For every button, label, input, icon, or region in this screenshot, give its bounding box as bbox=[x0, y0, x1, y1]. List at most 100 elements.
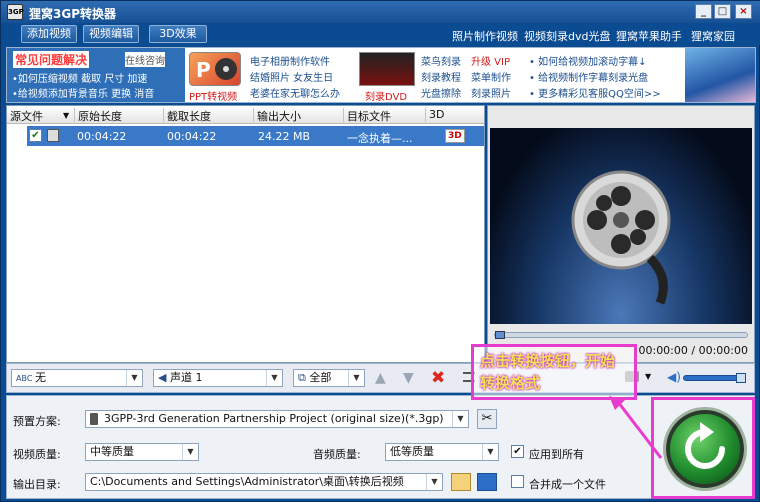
audio-quality-value: 低等质量 bbox=[390, 445, 434, 458]
sort-arrow-icon[interactable]: ▼ bbox=[63, 111, 69, 120]
minimize-button[interactable]: _ bbox=[695, 4, 712, 19]
apply-all-checkbox[interactable]: ✔ bbox=[511, 445, 524, 458]
ad-link-subtitle-scroll[interactable]: • 如何给视频加滚动字幕↓ bbox=[529, 53, 646, 68]
close-button[interactable]: × bbox=[735, 4, 752, 19]
seek-handle[interactable] bbox=[495, 331, 505, 339]
annotation-text: 点击转换按钮，开始转换格式 bbox=[480, 352, 616, 392]
faq-title[interactable]: 常见问题解决 bbox=[13, 51, 90, 68]
browse-folder-icon[interactable] bbox=[451, 473, 471, 491]
audio-quality-label: 音频质量: bbox=[313, 448, 361, 461]
add-video-button[interactable]: 添加视频 bbox=[21, 25, 77, 43]
ad-link-burn[interactable]: 菜鸟刻录 bbox=[421, 53, 461, 68]
crop-mode-value: 全部 bbox=[309, 371, 332, 384]
faq-online-link[interactable]: 在线咨询 bbox=[125, 52, 165, 67]
convert-highlight bbox=[651, 397, 755, 499]
subtitle-icon: ABC bbox=[16, 374, 35, 383]
row-checkbox[interactable]: ✔ bbox=[29, 129, 42, 142]
ad-link-burn-photo[interactable]: 刻录照片 bbox=[471, 85, 511, 100]
move-down-icon[interactable]: ▼ bbox=[403, 370, 414, 386]
link-home[interactable]: 狸窝家园 bbox=[691, 28, 735, 44]
audio-track-dropdown[interactable]: ◀ 声道 1 ▼ bbox=[153, 369, 283, 387]
link-photo-video[interactable]: 照片制作视频 bbox=[452, 28, 518, 44]
ad-link-burn-tutorial[interactable]: 刻录教程 bbox=[421, 69, 461, 84]
subtitle-dropdown[interactable]: ABC 无 ▼ bbox=[11, 369, 143, 387]
move-up-icon[interactable]: ▲ bbox=[375, 370, 386, 386]
output-dir-value: C:\Documents and Settings\Administrator\… bbox=[90, 475, 404, 488]
output-dir-dropdown[interactable]: C:\Documents and Settings\Administrator\… bbox=[85, 473, 443, 491]
seek-bar[interactable] bbox=[494, 331, 748, 339]
window-title: 狸窝3GP转换器 bbox=[29, 7, 116, 21]
3d-badge-icon[interactable]: 3D bbox=[445, 129, 465, 143]
chevron-down-icon: ▼ bbox=[348, 370, 364, 386]
video-preview[interactable] bbox=[490, 128, 752, 324]
phone-icon bbox=[90, 413, 98, 425]
chevron-down-icon: ▼ bbox=[126, 370, 142, 386]
preset-dropdown[interactable]: 3GPP-3rd Generation Partnership Project … bbox=[85, 410, 469, 428]
faq-link-compress[interactable]: •如何压缩视频 截取 尺寸 加速 bbox=[12, 70, 147, 85]
bottom-toolbar: ABC 无 ▼ ◀ 声道 1 ▼ ⧉ 全部 ▼ ▲ ▼ ✖ ▼ ◀) bbox=[6, 363, 755, 393]
preview-panel: 00:00:00 / 00:00:00 bbox=[487, 105, 755, 363]
delete-icon[interactable]: ✖ bbox=[431, 368, 445, 388]
faq-link-music[interactable]: •给视频添加背景音乐 更换 消音 bbox=[12, 85, 154, 100]
crop-mode-dropdown[interactable]: ⧉ 全部 ▼ bbox=[293, 369, 365, 387]
chevron-down-icon: ▼ bbox=[266, 370, 282, 386]
apply-all-label: 应用到所有 bbox=[529, 448, 584, 461]
subtitle-value: 无 bbox=[34, 371, 46, 384]
audio-track-value: 声道 1 bbox=[169, 371, 203, 384]
chevron-down-icon: ▼ bbox=[452, 411, 468, 427]
ad-link-wedding[interactable]: 结婚照片 女友生日 bbox=[250, 69, 333, 84]
merge-checkbox[interactable] bbox=[511, 475, 524, 488]
col-target-file[interactable]: 目标文件 bbox=[344, 108, 426, 123]
app-icon: 3GP bbox=[7, 4, 24, 20]
ad-link-subtitle-burn[interactable]: • 给视频制作字幕刻录光盘 bbox=[529, 69, 648, 84]
ppt-icon[interactable]: P bbox=[189, 52, 241, 86]
settings-wrench-icon[interactable]: ✂ bbox=[477, 409, 497, 429]
table-row[interactable]: ✔ 00:04:22 00:04:22 24.22 MB 一念执着—... 3D bbox=[27, 126, 484, 146]
open-folder-icon[interactable] bbox=[477, 473, 497, 491]
ppt-label[interactable]: PPT转视频 bbox=[189, 88, 237, 103]
crop-icon: ⧉ bbox=[298, 371, 310, 384]
volume-slider[interactable] bbox=[683, 373, 746, 383]
volume-handle[interactable] bbox=[736, 373, 746, 383]
link-apple-helper[interactable]: 狸窝苹果助手 bbox=[616, 28, 682, 44]
film-icon bbox=[47, 129, 59, 142]
ad-link-erase[interactable]: 光盘擦除 bbox=[421, 85, 461, 100]
link-dvd-burn[interactable]: 视频刻录dvd光盘 bbox=[524, 28, 610, 44]
ad-link-qq-space[interactable]: • 更多精彩见客服QQ空间>> bbox=[529, 85, 661, 100]
col-clip-length[interactable]: 截取长度 bbox=[164, 108, 254, 123]
col-3d[interactable]: 3D bbox=[426, 108, 484, 122]
game-banner-image[interactable] bbox=[685, 48, 755, 102]
col-output-size[interactable]: 输出大小 bbox=[254, 108, 344, 123]
app-window: 3GP 狸窝3GP转换器 _ □ × 添加视频 视频编辑 3D效果 照片制作视频… bbox=[0, 0, 760, 502]
convert-button[interactable] bbox=[666, 410, 744, 488]
dvd-thumbnail[interactable] bbox=[359, 52, 415, 86]
cell-target-file: 一念执着—... bbox=[347, 132, 413, 145]
film-reel-icon bbox=[571, 170, 671, 305]
ad-link-vip[interactable]: 升级 VIP bbox=[471, 53, 510, 68]
dvd-label[interactable]: 刻录DVD bbox=[365, 88, 407, 103]
video-quality-dropdown[interactable]: 中等质量 ▼ bbox=[85, 443, 199, 461]
3d-effect-button[interactable]: 3D效果 bbox=[149, 25, 207, 43]
audio-quality-dropdown[interactable]: 低等质量 ▼ bbox=[385, 443, 499, 461]
title-bar: 3GP 狸窝3GP转换器 _ □ × bbox=[1, 1, 760, 23]
annotation-callout: 点击转换按钮，开始转换格式 bbox=[471, 344, 637, 400]
col-original-length[interactable]: 原始长度 bbox=[75, 108, 164, 123]
ad-link-menu[interactable]: 菜单制作 bbox=[471, 69, 511, 84]
preset-label: 预置方案: bbox=[13, 415, 61, 428]
edit-video-button[interactable]: 视频编辑 bbox=[83, 25, 139, 43]
file-list: 源文件 ▼ 原始长度 截取长度 输出大小 目标文件 3D ✔ 00:04:22 … bbox=[6, 105, 485, 363]
chevron-down-icon: ▼ bbox=[426, 474, 442, 490]
ad-link-album[interactable]: 电子相册制作软件 bbox=[250, 53, 330, 68]
chevron-down-icon: ▼ bbox=[182, 444, 198, 460]
ad-banner: 常见问题解决 在线咨询 •如何压缩视频 截取 尺寸 加速 •给视频添加背景音乐 … bbox=[6, 47, 756, 103]
refresh-icon bbox=[685, 422, 725, 469]
ad-link-bored[interactable]: 老婆在家无聊怎么办 bbox=[250, 85, 340, 100]
maximize-button[interactable]: □ bbox=[714, 4, 731, 19]
volume-icon[interactable]: ◀) bbox=[667, 370, 681, 384]
chevron-down-icon[interactable]: ▼ bbox=[645, 372, 651, 381]
chevron-down-icon: ▼ bbox=[482, 444, 498, 460]
cell-output-size: 24.22 MB bbox=[258, 130, 311, 143]
speaker-icon: ◀ bbox=[158, 371, 170, 384]
merge-label: 合并成一个文件 bbox=[529, 478, 606, 491]
preset-value: 3GPP-3rd Generation Partnership Project … bbox=[104, 412, 444, 425]
